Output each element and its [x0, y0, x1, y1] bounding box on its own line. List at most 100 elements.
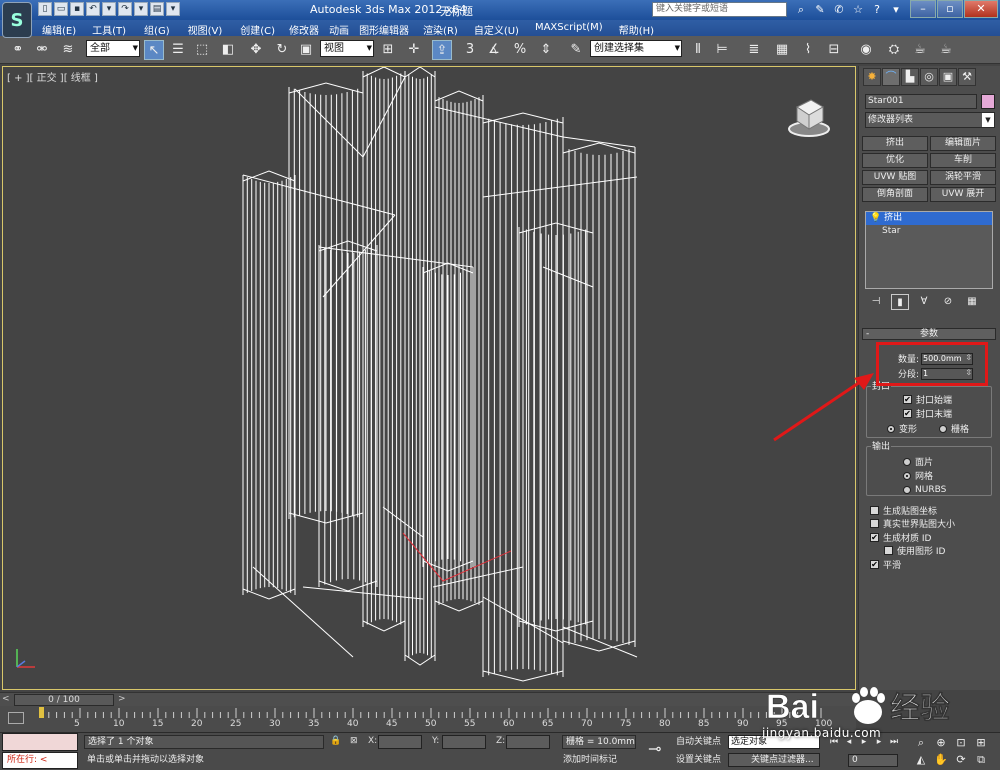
front-viewport[interactable]: [ + ][ 正交 ][ 线框 ]: [2, 66, 856, 690]
layer-manager-icon[interactable]: ≣: [744, 40, 764, 60]
menu-help[interactable]: 帮助(H): [619, 20, 654, 37]
key-filters-button[interactable]: 关键点过滤器...: [728, 753, 820, 767]
modifier-unwrap-uvw-button[interactable]: UVW 展开: [930, 187, 996, 202]
extruded-star-wireframe[interactable]: [3, 67, 856, 690]
output-patch-radio[interactable]: 面片: [903, 455, 933, 468]
menu-animation[interactable]: 动画: [329, 20, 349, 37]
reference-coordinate-dropdown[interactable]: 视图: [320, 40, 374, 57]
mirror-icon[interactable]: ⫴: [688, 40, 708, 60]
modifier-extrude-button[interactable]: 挤出: [862, 136, 928, 151]
pivot-center-icon[interactable]: ⊞: [378, 40, 398, 60]
chevron-down-icon[interactable]: ▼: [982, 113, 994, 127]
maxscript-listener-mini[interactable]: [2, 733, 78, 751]
customize-qat-icon[interactable]: ▾: [166, 2, 180, 16]
select-object-icon[interactable]: ↖: [144, 40, 164, 60]
make-unique-icon[interactable]: ∀: [915, 294, 933, 310]
material-editor-icon[interactable]: ◉: [856, 40, 876, 60]
snaps-toggle-icon[interactable]: 3: [460, 40, 480, 60]
edit-named-selection-icon[interactable]: ✎: [566, 40, 586, 60]
select-manipulate-icon[interactable]: ✛: [404, 40, 424, 60]
unlink-icon[interactable]: ⚮: [32, 40, 52, 60]
menu-edit[interactable]: 编辑(E): [42, 20, 76, 37]
curve-editor-icon[interactable]: ⌇: [798, 40, 818, 60]
morph-radio[interactable]: 变形: [887, 422, 917, 435]
grid-radio[interactable]: 栅格: [939, 422, 969, 435]
minimize-button[interactable]: –: [910, 0, 936, 18]
undo-icon[interactable]: ↶: [86, 2, 100, 16]
create-tab-icon[interactable]: ✸: [863, 68, 881, 86]
stack-item-star[interactable]: Star: [866, 225, 992, 238]
orbit-icon[interactable]: ⟳: [952, 752, 970, 767]
menu-graph-editors[interactable]: 图形编辑器: [359, 20, 409, 37]
time-slider-next-icon[interactable]: >: [118, 694, 126, 704]
keyboard-shortcut-override-icon[interactable]: ⇪: [432, 40, 452, 60]
x-coordinate-field[interactable]: [378, 735, 422, 749]
lock-selection-icon[interactable]: 🔒: [330, 736, 341, 746]
scale-icon[interactable]: ▣: [296, 40, 316, 60]
rotate-icon[interactable]: ↻: [272, 40, 292, 60]
output-mesh-radio[interactable]: 网格: [903, 469, 933, 482]
spinner-snap-icon[interactable]: ⇕: [536, 40, 556, 60]
display-tab-icon[interactable]: ▣: [939, 68, 957, 86]
key-icon[interactable]: ⊸: [648, 739, 661, 758]
auto-key-button[interactable]: 自动关键点: [676, 735, 721, 749]
modifier-edit-patch-button[interactable]: 编辑面片: [930, 136, 996, 151]
subscription-icon[interactable]: ✎: [812, 2, 828, 17]
modifier-lathe-button[interactable]: 车削: [930, 153, 996, 168]
named-selection-sets-dropdown[interactable]: 创建选择集: [590, 40, 682, 57]
binoculars-icon[interactable]: ⌕: [793, 2, 809, 17]
menu-group[interactable]: 组(G): [144, 20, 170, 37]
use-shape-id-checkbox[interactable]: 使用图形 ID: [884, 544, 945, 557]
bind-space-warp-icon[interactable]: ≋: [58, 40, 78, 60]
stack-item-extrude[interactable]: 💡 挤出: [866, 212, 992, 225]
absolute-mode-icon[interactable]: ⊠: [350, 736, 358, 746]
pin-stack-icon[interactable]: ⊣: [867, 294, 885, 310]
object-color-swatch[interactable]: [981, 94, 995, 109]
project-folder-icon[interactable]: ▤: [150, 2, 164, 16]
open-file-icon[interactable]: ▭: [54, 2, 68, 16]
redo-dropdown-icon[interactable]: ▾: [134, 2, 148, 16]
app-logo-button[interactable]: S: [2, 2, 32, 38]
zoom-icon[interactable]: ⌕: [912, 735, 930, 750]
selection-filter-dropdown[interactable]: 全部: [86, 40, 140, 57]
motion-tab-icon[interactable]: ◎: [920, 68, 938, 86]
menu-modifiers[interactable]: 修改器: [289, 20, 319, 37]
remove-modifier-icon[interactable]: ⊘: [939, 294, 957, 310]
restore-button[interactable]: ▫: [937, 0, 963, 18]
favorites-star-icon[interactable]: ☆: [850, 2, 866, 17]
maxscript-line-field[interactable]: 所在行: <: [2, 752, 78, 769]
maximize-viewport-icon[interactable]: ⧉: [972, 752, 990, 767]
new-file-icon[interactable]: ▯: [38, 2, 52, 16]
close-button[interactable]: ✕: [964, 0, 998, 18]
menu-views[interactable]: 视图(V): [188, 20, 223, 37]
rectangular-selection-icon[interactable]: ⬚: [192, 40, 212, 60]
pan-hand-icon[interactable]: ✋: [932, 752, 950, 767]
link-icon[interactable]: ⚭: [8, 40, 28, 60]
modify-tab-icon[interactable]: ⌒: [882, 68, 900, 86]
percent-snap-icon[interactable]: %: [510, 40, 530, 60]
help-dropdown-icon[interactable]: ▾: [888, 2, 904, 17]
show-end-result-icon[interactable]: ▮: [891, 294, 909, 310]
render-production-icon[interactable]: ☕: [936, 40, 956, 60]
generate-material-id-checkbox[interactable]: ✔ 生成材质 ID: [870, 531, 931, 544]
hierarchy-tab-icon[interactable]: ▙: [901, 68, 919, 86]
communication-icon[interactable]: ✆: [831, 2, 847, 17]
z-coordinate-field[interactable]: [506, 735, 550, 749]
current-frame-field[interactable]: 0: [848, 754, 898, 767]
help-icon[interactable]: ?: [869, 2, 885, 17]
menu-customize[interactable]: 自定义(U): [474, 20, 519, 37]
cap-end-checkbox[interactable]: ✔ 封口末端: [903, 407, 952, 420]
track-bar[interactable]: 5 10 15 20 25 30 35 40 45 50 55 60 65 70 75 80 85 90 95 100: [0, 706, 856, 732]
angle-snap-icon[interactable]: ∡: [484, 40, 504, 60]
set-key-button[interactable]: 设置关键点: [676, 753, 721, 767]
menu-maxscript[interactable]: MAXScript(M): [535, 20, 603, 36]
cap-start-checkbox[interactable]: ✔ 封口始端: [903, 393, 952, 406]
redo-icon[interactable]: ↷: [118, 2, 132, 16]
modifier-uvw-map-button[interactable]: UVW 贴图: [862, 170, 928, 185]
modifier-list-dropdown[interactable]: 修改器列表 ▼: [865, 112, 995, 128]
time-slider-prev-icon[interactable]: <: [2, 694, 10, 704]
modifier-optimize-button[interactable]: 优化: [862, 153, 928, 168]
mini-curve-editor-icon[interactable]: [8, 712, 24, 724]
menu-tools[interactable]: 工具(T): [92, 20, 126, 37]
field-of-view-icon[interactable]: ◭: [912, 752, 930, 767]
